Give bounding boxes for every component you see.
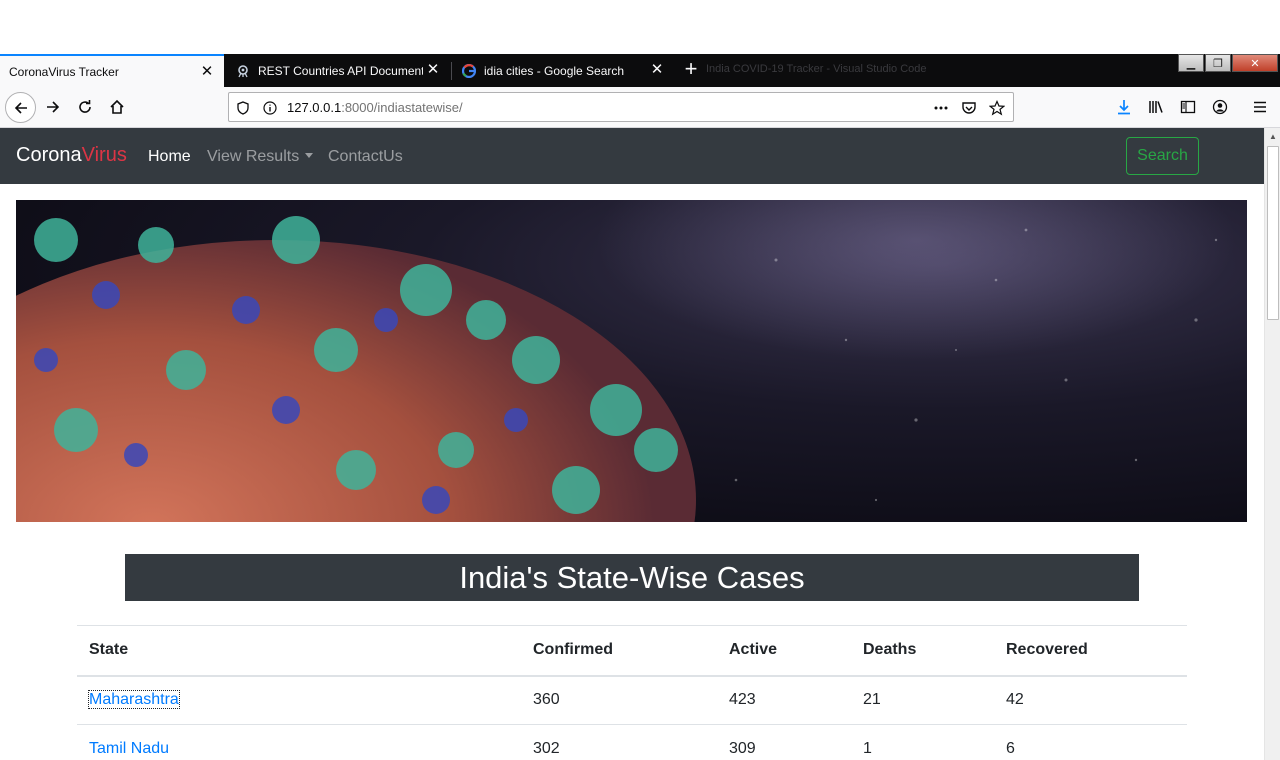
active-cell: 423 [717,675,851,725]
minimize-window-button[interactable]: ▁ [1178,54,1204,72]
nav-view-results-label: View Results [207,148,300,165]
reload-icon [79,100,91,113]
page-heading-banner: India's State-Wise Cases [125,554,1139,601]
column-header-active: Active [717,625,851,677]
new-tab-button[interactable]: + [680,58,702,80]
url-host: 127.0.0.1 [287,100,342,115]
tab-title: idia cities - Google Search [484,63,625,78]
google-icon [461,63,477,79]
tab-title: REST Countries API Documentation [258,63,423,78]
column-header-deaths: Deaths [851,625,994,677]
page-actions-icon[interactable] [933,100,949,116]
column-header-recovered: Recovered [994,625,1187,677]
reload-button[interactable] [71,93,99,121]
page-viewport: CoronaVirus Home View Results ContactUs … [0,128,1264,760]
dropdown-caret-icon [305,153,314,158]
tracking-shield-icon[interactable] [235,100,251,116]
state-link[interactable]: Tamil Nadu [89,740,169,757]
downloads-button[interactable] [1110,93,1138,121]
sidebar-icon [1180,100,1196,114]
url-text: 127.0.0.1:8000/indiastatewise/ [287,100,463,115]
home-button[interactable] [103,93,131,121]
download-arrow-icon [1118,100,1130,115]
hamburger-menu-icon [1254,101,1266,113]
tab-title: CoronaVirus Tracker [9,64,119,79]
browser-tab-strip: CoronaVirus Tracker ✕ REST Countries API… [0,54,1280,87]
library-icon [1149,101,1163,113]
forward-button[interactable] [39,93,67,121]
recovered-cell: 6 [994,724,1187,760]
column-header-confirmed: Confirmed [521,625,717,677]
column-header-state: State [77,625,521,677]
restore-window-button[interactable]: ❐ [1205,54,1231,72]
brand-part-1: Corona [16,144,82,166]
url-path: :8000/indiastatewise/ [341,100,463,115]
top-blank-area [0,0,1280,54]
table-row: Tamil Nadu 302 309 1 6 [77,724,1187,760]
url-bar[interactable]: 127.0.0.1:8000/indiastatewise/ [228,92,1014,122]
state-cell: Tamil Nadu [77,724,521,760]
pocket-icon[interactable] [961,100,977,116]
window-title: India COVID-19 Tracker - Visual Studio C… [706,63,927,75]
nav-contact-link[interactable]: ContactUs [328,148,403,166]
recovered-cell: 42 [994,675,1187,725]
scroll-up-arrow-icon[interactable]: ▲ [1265,128,1280,144]
nav-home-link[interactable]: Home [148,148,191,166]
state-cases-table: State Confirmed Active Deaths Recovered … [77,625,1187,760]
arrow-left-icon [14,101,27,114]
confirmed-cell: 302 [521,724,717,760]
account-icon [1212,99,1228,115]
library-button[interactable] [1142,93,1170,121]
hero-virus-image [16,200,1247,522]
tab-coronavirus-tracker[interactable]: CoronaVirus Tracker ✕ [0,54,224,87]
site-info-icon[interactable] [262,100,278,116]
tab-google-search[interactable]: idia cities - Google Search ✕ [452,54,674,87]
bookmark-star-icon[interactable] [989,100,1005,116]
close-tab-icon[interactable]: ✕ [200,64,214,79]
active-cell: 309 [717,724,851,760]
back-button[interactable] [5,92,36,123]
brand-logo-link[interactable]: CoronaVirus [16,144,127,167]
close-window-button[interactable]: ✕ [1232,54,1278,72]
page-title: India's State-Wise Cases [459,559,805,595]
tab-rest-countries[interactable]: REST Countries API Documentation ✕ [226,54,450,87]
deaths-cell: 21 [851,675,994,725]
window-controls: ▁ ❐ ✕ [1177,54,1278,74]
close-tab-icon[interactable]: ✕ [426,62,440,77]
restcountries-icon [235,63,251,79]
menu-button[interactable] [1246,93,1274,121]
search-button[interactable]: Search [1126,137,1199,175]
browser-toolbar: 127.0.0.1:8000/indiastatewise/ [0,87,1280,128]
page-scrollbar[interactable]: ▲ [1264,128,1280,760]
coronavirus-illustration [16,200,1236,522]
sidebar-button[interactable] [1174,93,1202,121]
arrow-right-icon [47,101,60,113]
nav-view-results-dropdown[interactable]: View Results [207,148,314,166]
state-link[interactable]: Maharashtra [88,690,180,710]
table-header-row: State Confirmed Active Deaths Recovered [77,625,1187,677]
site-navbar: CoronaVirus Home View Results ContactUs … [0,128,1264,184]
deaths-cell: 1 [851,724,994,760]
state-cell: Maharashtra [77,675,521,725]
table-row: Maharashtra 360 423 21 42 [77,675,1187,725]
close-tab-icon[interactable]: ✕ [650,62,664,77]
home-icon [110,99,124,114]
scrollbar-thumb[interactable] [1267,146,1279,320]
confirmed-cell: 360 [521,675,717,725]
account-button[interactable] [1206,93,1234,121]
brand-part-2: Virus [81,144,127,166]
